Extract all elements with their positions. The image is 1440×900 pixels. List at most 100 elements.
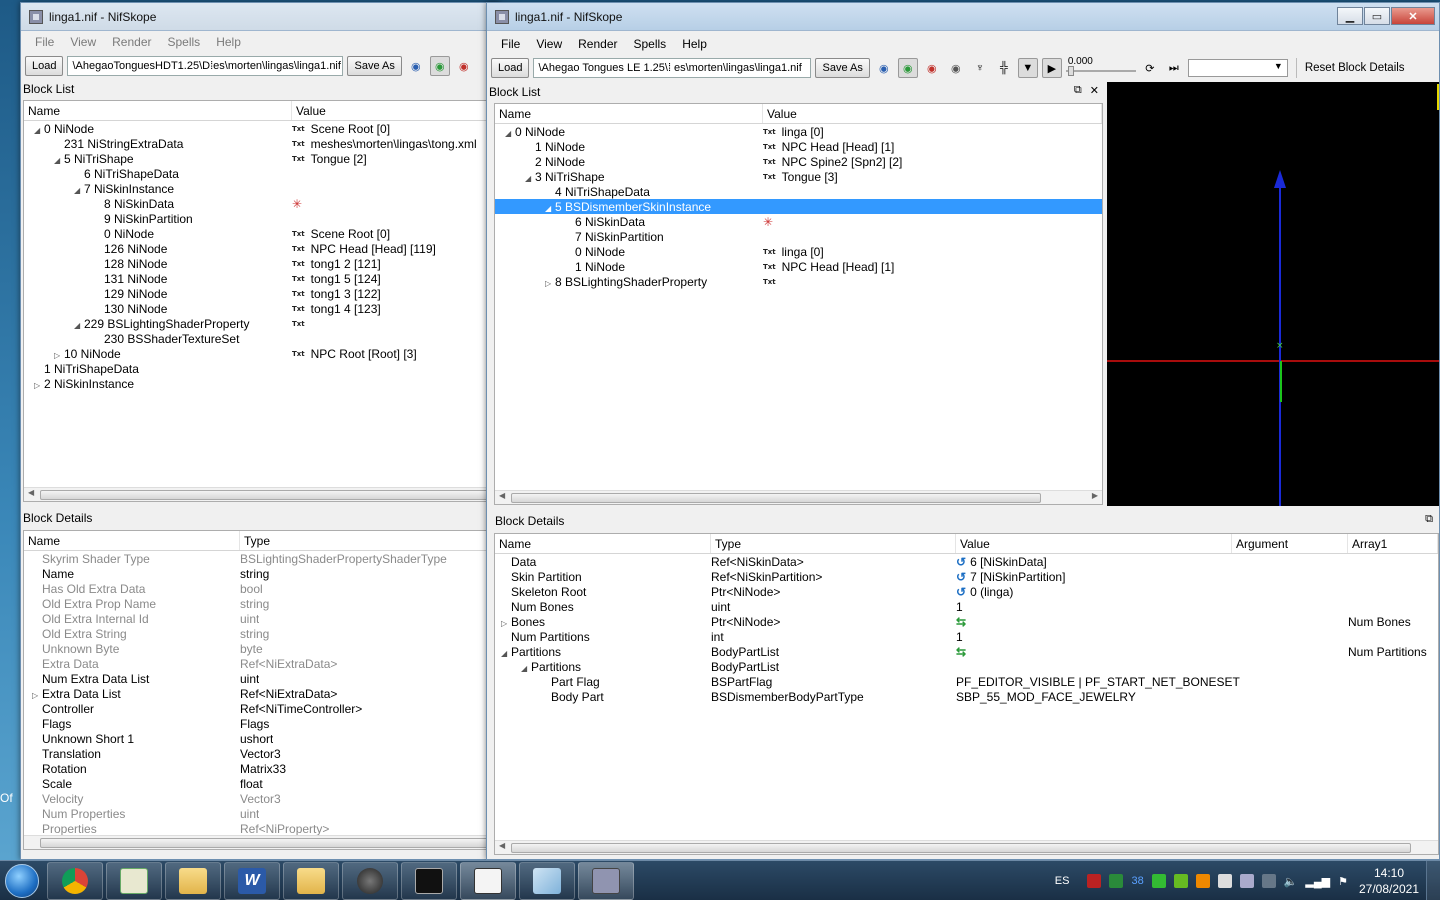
eye-blue-icon[interactable]: ◉ [406, 56, 426, 76]
column-type[interactable]: Type [711, 534, 956, 553]
taskbar-chrome[interactable] [47, 861, 103, 900]
expand-arrow-icon[interactable]: ◢ [505, 129, 515, 138]
detail-row[interactable]: Scale float [24, 776, 498, 791]
column-name[interactable]: Name [495, 104, 763, 123]
column-argument[interactable]: Argument [1232, 534, 1348, 553]
save-as-button[interactable]: Save As [347, 56, 402, 76]
detail-row[interactable]: Num Partitions int 1 [495, 629, 1438, 644]
expand-arrow-icon[interactable]: ◢ [34, 126, 44, 135]
view-dropdown-icon[interactable]: ▼ [1017, 58, 1038, 78]
menu-spells[interactable]: Spells [160, 35, 209, 49]
tree-row[interactable]: ◢ 5 BSDismemberSkinInstance [495, 199, 1102, 214]
maximize-button[interactable]: ▭ [1364, 7, 1390, 25]
tree-row[interactable]: 2 NiNode Txt NPC Spine2 [Spn2] [2] [495, 154, 1102, 169]
tree-row[interactable]: ▷ 2 NiSkinInstance [24, 376, 498, 391]
column-name[interactable]: Name [24, 531, 240, 550]
detail-row[interactable]: Data Ref<NiSkinData> ↺ 6 [NiSkinData] [495, 554, 1438, 569]
steam-tray-icon[interactable] [1261, 874, 1276, 888]
flag-icon[interactable]: ⚑ [1338, 875, 1348, 888]
clock[interactable]: 14:10 27/08/2021 [1352, 865, 1426, 897]
detail-row[interactable]: Part Flag BSPartFlag PF_EDITOR_VISIBLE | P… [495, 674, 1438, 689]
language-indicator[interactable]: ES [1055, 875, 1070, 887]
detail-row[interactable]: Unknown Short 1 ushort [24, 731, 498, 746]
tree-row[interactable]: 8 NiSkinData ✳ [24, 196, 498, 211]
eye-green-icon[interactable]: ◉ [429, 56, 450, 76]
tree-row[interactable]: 128 NiNode Txt tong1 2 [121] [24, 256, 498, 271]
menu-file[interactable]: File [27, 35, 62, 49]
tree-row[interactable]: 6 NiSkinData ✳ [495, 214, 1102, 229]
column-value[interactable]: Value [763, 104, 1102, 123]
tree-row[interactable]: 7 NiSkinPartition [495, 229, 1102, 244]
tray-number[interactable]: 38 [1131, 875, 1143, 887]
expand-arrow-icon[interactable]: ◢ [74, 186, 84, 195]
float-dock-icon[interactable]: ⧉ [1425, 513, 1433, 526]
tree-row[interactable]: ◢ 229 BSLightingShaderProperty Txt [24, 316, 498, 331]
tree-row[interactable]: 1 NiTriShapeData [24, 361, 498, 376]
menu-view[interactable]: View [62, 35, 104, 49]
show-desktop-button[interactable] [1426, 861, 1440, 900]
expand-arrow-icon[interactable]: ▷ [32, 691, 42, 700]
start-button[interactable] [0, 861, 44, 900]
detail-row[interactable]: Num Bones uint 1 [495, 599, 1438, 614]
network-tray-icon[interactable] [1239, 874, 1254, 888]
detail-row[interactable]: Flags Flags [24, 716, 498, 731]
menu-spells[interactable]: Spells [626, 37, 675, 51]
file-path-input[interactable]: \AhegaoTonguesHDT1.25\D ⁞ es\morten\ling… [67, 56, 344, 76]
detail-row[interactable]: ◢ Partitions BodyPartList ⇆ Num Partitions [495, 644, 1438, 659]
detail-row[interactable]: Skyrim Shader Type BSLightingShaderProper… [24, 551, 498, 566]
column-name[interactable]: Name [495, 534, 711, 553]
left-titlebar[interactable]: linga1.nif - NifSkope [21, 3, 499, 31]
detail-row[interactable]: Has Old Extra Data bool [24, 581, 498, 596]
column-name[interactable]: Name [24, 101, 292, 120]
close-button[interactable]: ✕ [1391, 7, 1435, 25]
expand-arrow-icon[interactable]: ◢ [54, 156, 64, 165]
battery-tray-icon[interactable] [1109, 874, 1124, 888]
menu-render[interactable]: Render [570, 37, 625, 51]
detail-row[interactable]: Num Extra Data List uint [24, 671, 498, 686]
green-tray-icon[interactable] [1151, 874, 1166, 888]
tree-row[interactable]: 0 NiNode Txt Scene Root [0] [24, 226, 498, 241]
left-block-list-tree[interactable]: Name Value ◢ 0 NiNode Txt Scene Root [0] 231… [23, 100, 499, 502]
tree-row[interactable]: 126 NiNode Txt NPC Head [Head] [119] [24, 241, 498, 256]
tree-row[interactable]: 1 NiNode Txt NPC Head [Head] [1] [495, 259, 1102, 274]
file-path-input[interactable]: \Ahegao Tongues LE 1.25\ ⁞ es\morten\lin… [533, 58, 812, 78]
axes-icon[interactable]: ╬ [994, 58, 1014, 78]
tree-row[interactable]: ◢ 0 NiNode Txt linga [0] [495, 124, 1102, 139]
tree-row[interactable]: 0 NiNode Txt linga [0] [495, 244, 1102, 259]
taskbar-cmd[interactable] [401, 861, 457, 900]
expand-arrow-icon[interactable]: ◢ [545, 204, 555, 213]
save-as-button[interactable]: Save As [815, 58, 870, 78]
column-array1[interactable]: Array1 [1348, 534, 1438, 553]
detail-row[interactable]: ▷ Bones Ptr<NiNode> ⇆ Num Bones [495, 614, 1438, 629]
left-nifskope-window[interactable]: linga1.nif - NifSkope File View Render S… [20, 2, 500, 860]
eye-blue-icon[interactable]: ◉ [874, 58, 894, 78]
skeleton-icon[interactable]: ♆ [970, 58, 990, 78]
detail-row[interactable]: ◢ Partitions BodyPartList [495, 659, 1438, 674]
tree-row[interactable]: 4 NiTriShapeData [495, 184, 1102, 199]
horizontal-scrollbar[interactable]: ◀ [495, 840, 1438, 854]
right-nifskope-window[interactable]: linga1.nif - NifSkope ▁ ▭ ✕ File View Re… [486, 2, 1440, 860]
taskbar-explorer[interactable] [165, 861, 221, 900]
menu-file[interactable]: File [493, 37, 528, 51]
detail-row[interactable]: Body Part BSDismemberBodyPartType SBP_55_M… [495, 689, 1438, 704]
tree-row[interactable]: 230 BSShaderTextureSet [24, 331, 498, 346]
detail-row[interactable]: Extra Data Ref<NiExtraData> [24, 656, 498, 671]
nvidia-tray-icon[interactable] [1173, 874, 1188, 888]
signal-icon[interactable]: ▂▄▆ [1305, 875, 1330, 888]
expand-arrow-icon[interactable]: ▷ [54, 351, 64, 360]
tree-row[interactable]: 131 NiNode Txt tong1 5 [124] [24, 271, 498, 286]
detail-row[interactable]: Skin Partition Ref<NiSkinPartition> ↺ 7 [Ni… [495, 569, 1438, 584]
loop-icon[interactable]: ⟳ [1140, 58, 1160, 78]
minimize-button[interactable]: ▁ [1337, 7, 1363, 25]
detail-row[interactable]: Translation Vector3 [24, 746, 498, 761]
taskbar-notepad[interactable] [460, 861, 516, 900]
taskbar-chart-app[interactable] [106, 861, 162, 900]
right-block-list-tree[interactable]: Name Value ◢ 0 NiNode Txt linga [0] 1 NiNode… [494, 103, 1103, 505]
tree-row[interactable]: 6 NiTriShapeData [24, 166, 498, 181]
detail-row[interactable]: Num Properties uint [24, 806, 498, 821]
right-titlebar[interactable]: linga1.nif - NifSkope ▁ ▭ ✕ [487, 3, 1439, 31]
eye-green-icon[interactable]: ◉ [897, 58, 918, 78]
taskbar-nifskope[interactable] [578, 861, 634, 900]
tree-row[interactable]: ▷ 8 BSLightingShaderProperty Txt [495, 274, 1102, 289]
detail-row[interactable]: Unknown Byte byte [24, 641, 498, 656]
